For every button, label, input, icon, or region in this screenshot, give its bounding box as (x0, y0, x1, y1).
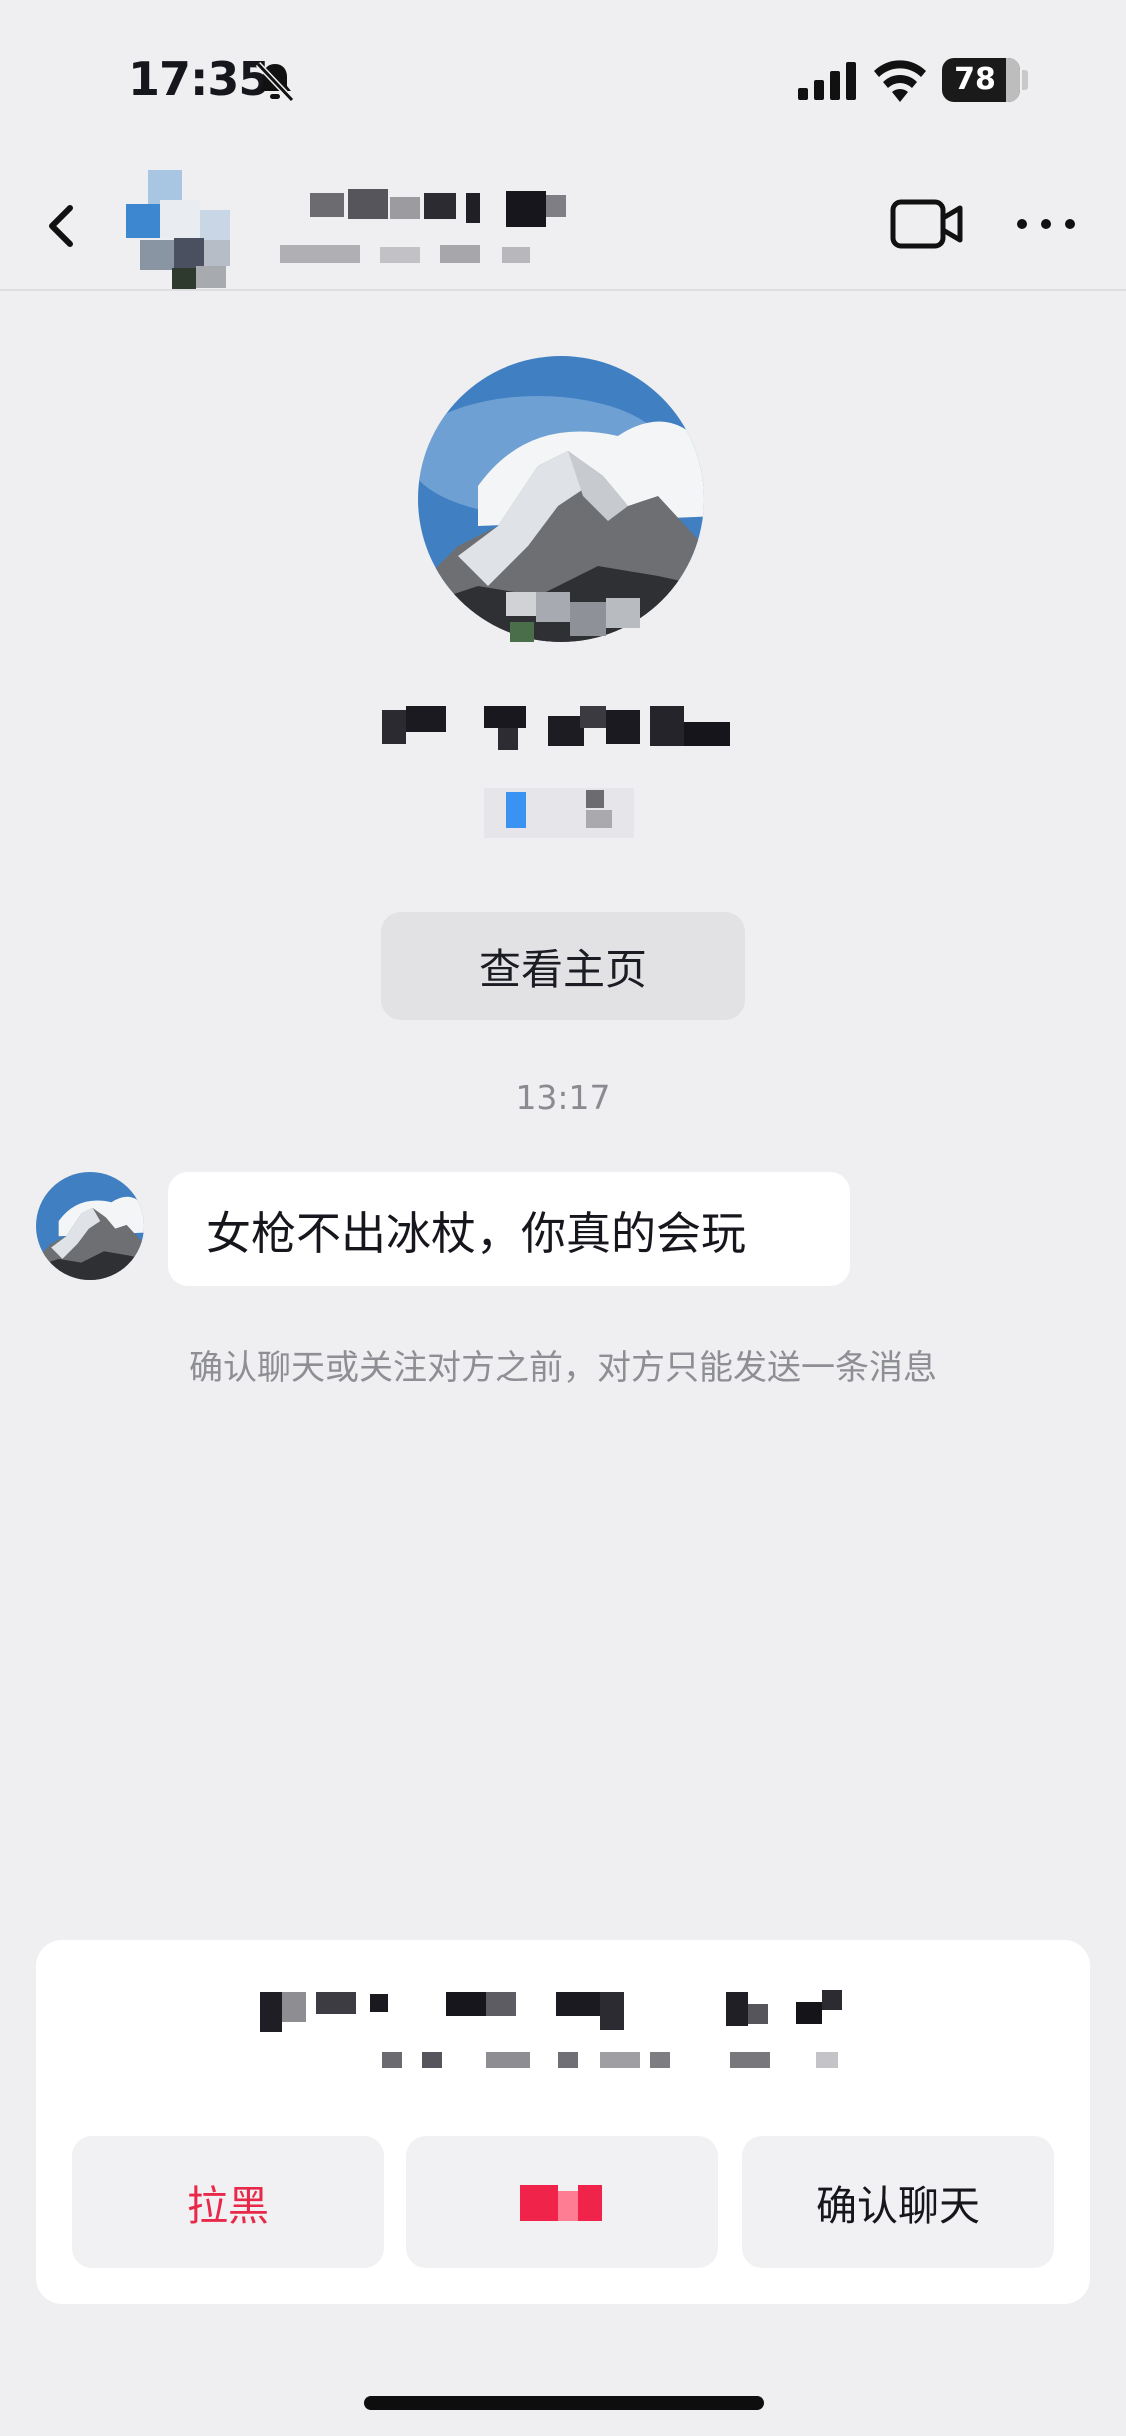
message-avatar[interactable] (36, 1172, 144, 1280)
chat-timestamp: 13:17 (515, 1078, 611, 1117)
profile-id-pixelated (484, 786, 654, 838)
back-icon[interactable] (40, 200, 84, 252)
mountain-image (36, 1172, 144, 1280)
middle-action-button[interactable] (406, 2136, 718, 2268)
more-icon[interactable] (1014, 212, 1078, 236)
silent-bell-icon (255, 61, 295, 103)
sheet-title-pixelated (240, 1982, 900, 2072)
header-avatar-pixelated[interactable] (126, 170, 260, 290)
confirm-chat-button[interactable]: 确认聊天 (742, 2136, 1054, 2268)
profile-name-pixelated (380, 700, 740, 754)
chat-notice: 确认聊天或关注对方之前，对方只能发送一条消息 (189, 1348, 937, 1388)
header-divider (0, 289, 1126, 291)
view-profile-button[interactable]: 查看主页 (381, 912, 745, 1020)
wifi-icon (874, 60, 926, 102)
status-time: 17:35 (128, 52, 270, 106)
pixelated-label (520, 2185, 602, 2221)
home-indicator[interactable] (364, 2396, 764, 2410)
battery-level: 78 (954, 62, 996, 97)
message-text: 女枪不出冰杖，你真的会玩 (206, 1206, 747, 1260)
video-call-icon[interactable] (890, 196, 964, 252)
message-bubble[interactable]: 女枪不出冰杖，你真的会玩 (168, 1172, 850, 1286)
battery-cap (1022, 70, 1028, 90)
cellular-signal-icon (798, 62, 856, 100)
battery-indicator: 78 (942, 58, 1020, 102)
block-button[interactable]: 拉黑 (72, 2136, 384, 2268)
header-name-pixelated (280, 185, 600, 275)
avatar-overlay-pixelated (480, 592, 680, 646)
